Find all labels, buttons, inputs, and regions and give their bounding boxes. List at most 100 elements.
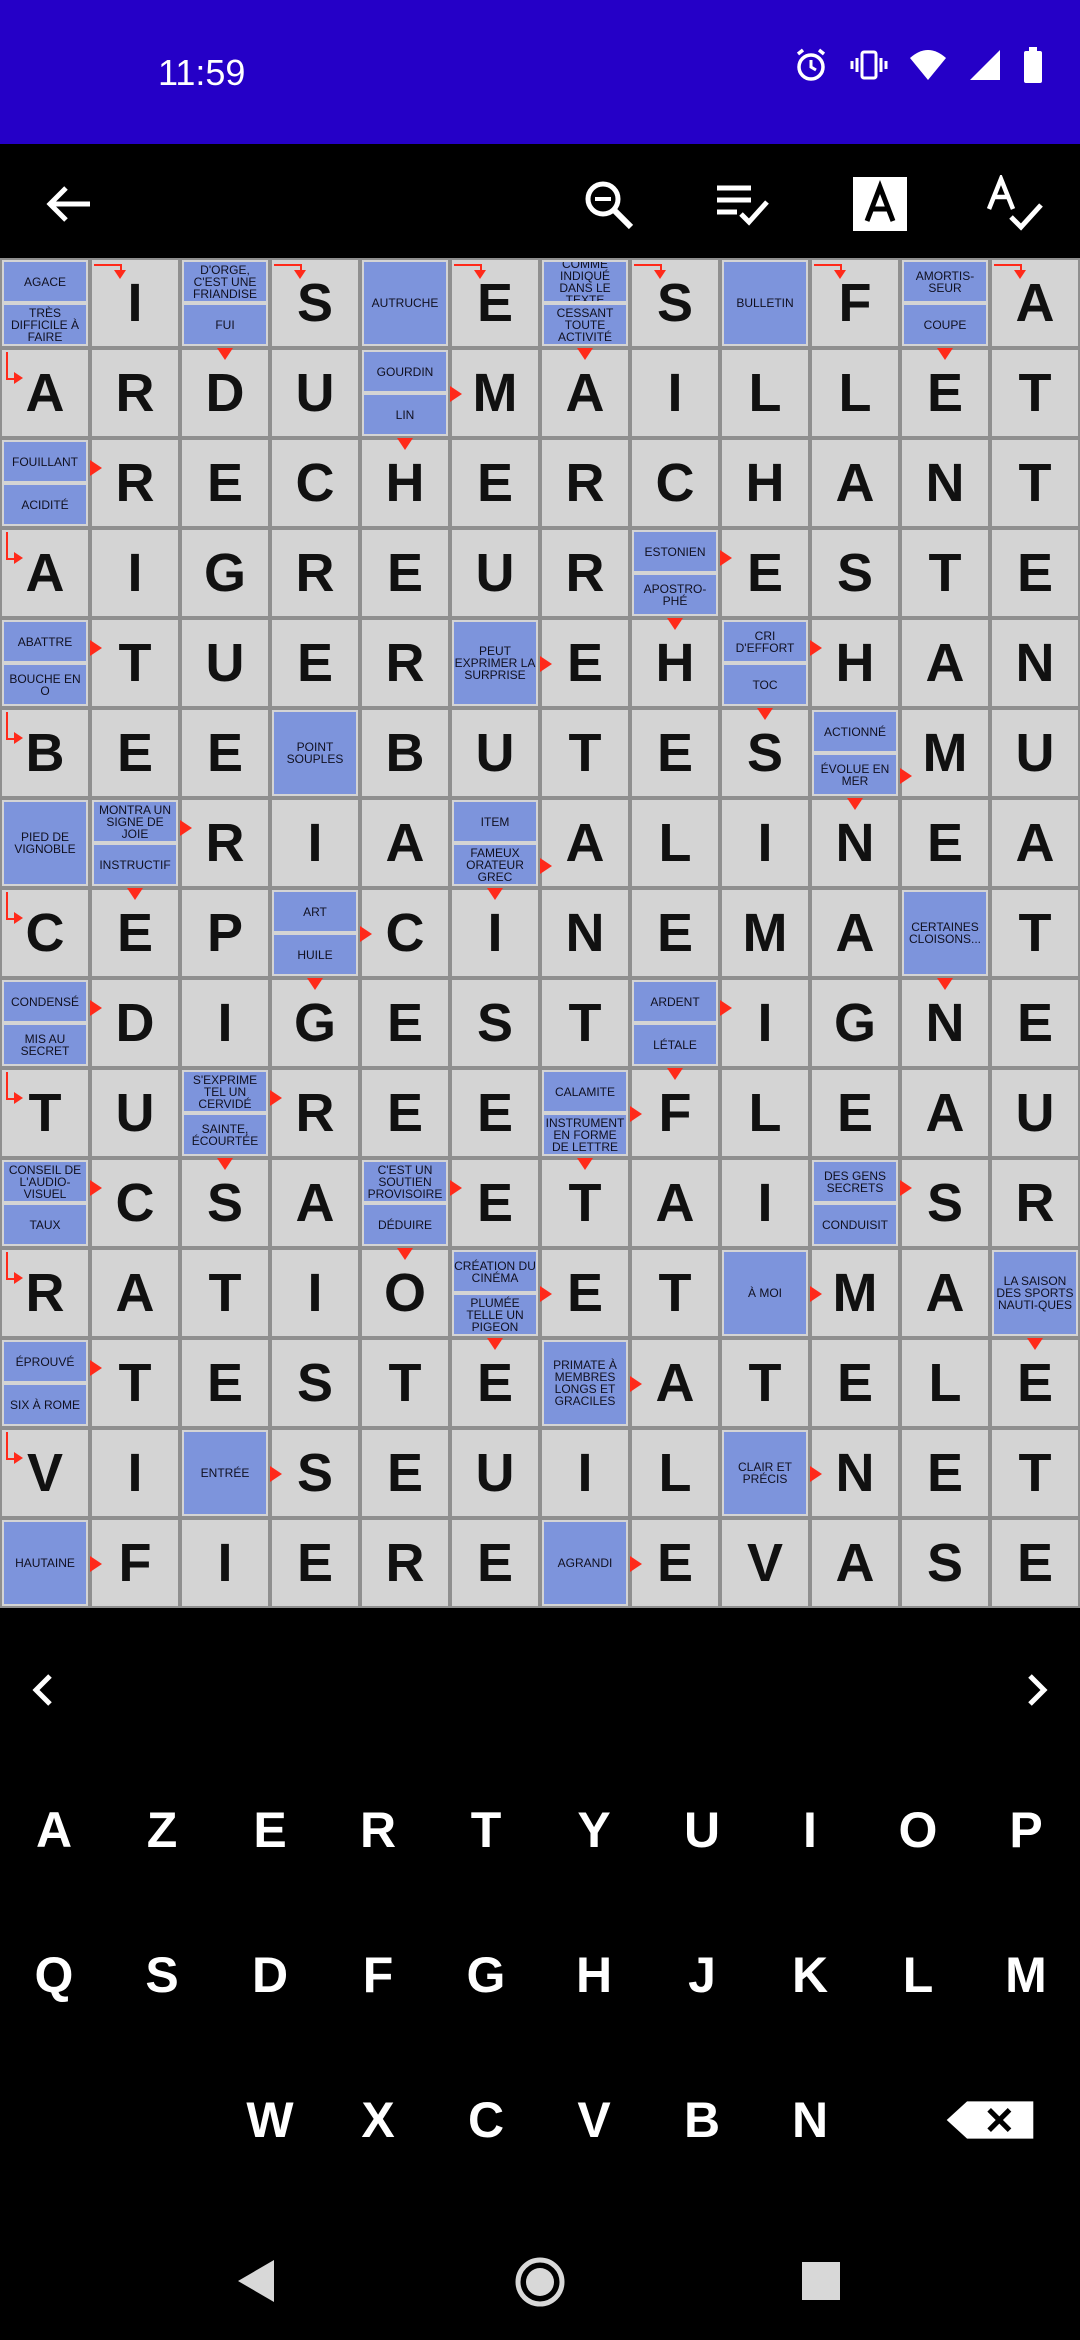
letter-cell[interactable]: T bbox=[90, 618, 180, 708]
letter-cell[interactable]: I bbox=[270, 798, 360, 888]
key-o[interactable]: O bbox=[873, 1780, 963, 1880]
letter-cell[interactable]: B bbox=[360, 708, 450, 798]
letter-cell[interactable]: A bbox=[540, 798, 630, 888]
letter-cell[interactable]: N bbox=[990, 618, 1080, 708]
checklist-icon[interactable] bbox=[712, 174, 772, 234]
letter-cell[interactable]: T bbox=[990, 348, 1080, 438]
letter-cell[interactable]: U bbox=[990, 1068, 1080, 1158]
letter-cell[interactable]: U bbox=[270, 348, 360, 438]
letter-cell[interactable]: E bbox=[990, 1338, 1080, 1428]
backspace-icon[interactable] bbox=[945, 2070, 1035, 2170]
letter-cell[interactable]: D bbox=[180, 348, 270, 438]
letter-cell[interactable]: I bbox=[720, 1158, 810, 1248]
letter-cell[interactable]: T bbox=[90, 1338, 180, 1428]
letter-cell[interactable]: A bbox=[990, 798, 1080, 888]
letter-cell[interactable]: A bbox=[900, 1248, 990, 1338]
letter-cell[interactable]: U bbox=[180, 618, 270, 708]
letter-cell[interactable]: I bbox=[180, 1518, 270, 1608]
letter-cell[interactable]: E bbox=[630, 1518, 720, 1608]
letter-cell[interactable]: I bbox=[720, 978, 810, 1068]
letter-cell[interactable]: N bbox=[810, 1428, 900, 1518]
letter-cell[interactable]: R bbox=[270, 1068, 360, 1158]
letter-cell[interactable]: N bbox=[540, 888, 630, 978]
letter-cell[interactable]: R bbox=[990, 1158, 1080, 1248]
letter-cell[interactable]: R bbox=[90, 348, 180, 438]
letter-cell[interactable]: T bbox=[990, 1428, 1080, 1518]
letter-cell[interactable]: P bbox=[180, 888, 270, 978]
letter-cell[interactable]: E bbox=[180, 438, 270, 528]
letter-cell[interactable]: E bbox=[990, 978, 1080, 1068]
chevron-right-icon[interactable] bbox=[1016, 1670, 1056, 1715]
letter-cell[interactable]: A bbox=[270, 1158, 360, 1248]
letter-cell[interactable]: T bbox=[720, 1338, 810, 1428]
letter-cell[interactable]: E bbox=[360, 978, 450, 1068]
chevron-left-icon[interactable] bbox=[24, 1670, 64, 1715]
letter-cell[interactable]: E bbox=[990, 528, 1080, 618]
letter-cell[interactable]: R bbox=[540, 438, 630, 528]
letter-cell[interactable]: M bbox=[720, 888, 810, 978]
letter-cell[interactable]: G bbox=[180, 528, 270, 618]
key-v[interactable]: V bbox=[549, 2070, 639, 2170]
letter-cell[interactable]: V bbox=[720, 1518, 810, 1608]
letter-cell[interactable]: A bbox=[810, 888, 900, 978]
letter-cell[interactable]: I bbox=[90, 1428, 180, 1518]
letter-cell[interactable]: T bbox=[900, 528, 990, 618]
letter-cell[interactable]: A bbox=[90, 1248, 180, 1338]
letter-cell[interactable]: T bbox=[540, 978, 630, 1068]
letter-cell[interactable]: H bbox=[360, 438, 450, 528]
letter-cell[interactable]: I bbox=[720, 798, 810, 888]
letter-a-icon[interactable] bbox=[850, 174, 910, 234]
letter-cell[interactable]: S bbox=[450, 978, 540, 1068]
letter-cell[interactable]: E bbox=[630, 708, 720, 798]
key-y[interactable]: Y bbox=[549, 1780, 639, 1880]
letter-cell[interactable]: E bbox=[360, 1068, 450, 1158]
key-t[interactable]: T bbox=[441, 1780, 531, 1880]
letter-cell[interactable]: F bbox=[90, 1518, 180, 1608]
letter-cell[interactable]: R bbox=[540, 528, 630, 618]
letter-cell[interactable]: E bbox=[900, 348, 990, 438]
letter-cell[interactable]: A bbox=[810, 438, 900, 528]
key-i[interactable]: I bbox=[765, 1780, 855, 1880]
letter-cell[interactable]: L bbox=[720, 1068, 810, 1158]
back-arrow-icon[interactable] bbox=[38, 174, 98, 234]
letter-cell[interactable]: S bbox=[180, 1158, 270, 1248]
letter-cell[interactable]: U bbox=[450, 708, 540, 798]
letter-cell[interactable]: T bbox=[540, 1158, 630, 1248]
letter-cell[interactable]: I bbox=[180, 978, 270, 1068]
letter-cell[interactable]: L bbox=[810, 348, 900, 438]
back-triangle-icon[interactable] bbox=[232, 2256, 280, 2311]
letter-cell[interactable]: E bbox=[90, 888, 180, 978]
letter-cell[interactable]: C bbox=[90, 1158, 180, 1248]
letter-cell[interactable]: G bbox=[270, 978, 360, 1068]
letter-cell[interactable]: I bbox=[540, 1428, 630, 1518]
letter-cell[interactable]: T bbox=[360, 1338, 450, 1428]
letter-cell[interactable]: E bbox=[270, 618, 360, 708]
letter-cell[interactable]: N bbox=[900, 978, 990, 1068]
letter-cell[interactable]: E bbox=[360, 528, 450, 618]
key-d[interactable]: D bbox=[225, 1925, 315, 2025]
letter-cell[interactable]: T bbox=[540, 708, 630, 798]
letter-cell[interactable]: R bbox=[270, 528, 360, 618]
letter-cell[interactable]: A bbox=[900, 1068, 990, 1158]
letter-cell[interactable]: T bbox=[630, 1248, 720, 1338]
key-u[interactable]: U bbox=[657, 1780, 747, 1880]
letter-cell[interactable]: M bbox=[450, 348, 540, 438]
key-j[interactable]: J bbox=[657, 1925, 747, 2025]
letter-cell[interactable]: H bbox=[630, 618, 720, 708]
letter-cell[interactable]: U bbox=[90, 1068, 180, 1158]
zoom-icon[interactable] bbox=[578, 174, 638, 234]
letter-cell[interactable]: E bbox=[540, 1248, 630, 1338]
letter-cell[interactable]: N bbox=[900, 438, 990, 528]
letter-cell[interactable]: U bbox=[450, 1428, 540, 1518]
key-q[interactable]: Q bbox=[9, 1925, 99, 2025]
key-f[interactable]: F bbox=[333, 1925, 423, 2025]
letter-cell[interactable]: R bbox=[360, 1518, 450, 1608]
key-h[interactable]: H bbox=[549, 1925, 639, 2025]
recents-square-icon[interactable] bbox=[800, 2260, 842, 2307]
letter-cell[interactable]: D bbox=[90, 978, 180, 1068]
letter-cell[interactable]: E bbox=[360, 1428, 450, 1518]
letter-cell[interactable]: R bbox=[90, 438, 180, 528]
letter-cell[interactable]: A bbox=[540, 348, 630, 438]
letter-cell[interactable]: E bbox=[450, 438, 540, 528]
key-m[interactable]: M bbox=[981, 1925, 1071, 2025]
